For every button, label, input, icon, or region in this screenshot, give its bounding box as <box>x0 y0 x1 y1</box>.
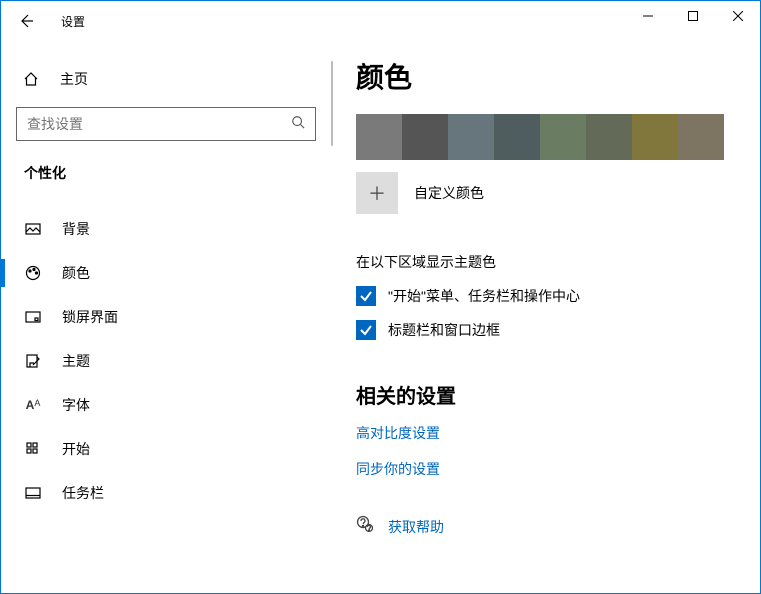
color-swatch[interactable] <box>540 114 586 160</box>
custom-color-button[interactable]: ＋ <box>356 172 398 214</box>
search-input[interactable] <box>27 116 291 132</box>
sidebar-home[interactable]: 主页 <box>16 61 316 97</box>
help-icon <box>356 515 374 538</box>
start-icon <box>24 441 42 457</box>
sidebar-item-label: 颜色 <box>62 263 90 283</box>
sidebar-item-background[interactable]: 背景 <box>16 207 316 251</box>
window-controls <box>625 1 760 31</box>
home-icon <box>22 71 40 87</box>
link-get-help[interactable]: 获取帮助 <box>388 517 444 537</box>
color-swatches <box>356 114 735 160</box>
link-high-contrast[interactable]: 高对比度设置 <box>356 423 735 443</box>
lockscreen-icon <box>24 309 42 325</box>
search-input-container[interactable] <box>16 107 316 141</box>
checkbox-label: "开始"菜单、任务栏和操作中心 <box>388 286 580 306</box>
checkbox-icon[interactable] <box>356 286 376 306</box>
back-button[interactable] <box>11 6 41 36</box>
close-button[interactable] <box>715 1 760 31</box>
sidebar-item-label: 开始 <box>62 439 90 459</box>
checkbox-titlebar-border[interactable]: 标题栏和窗口边框 <box>356 320 735 340</box>
sidebar-item-taskbar[interactable]: 任务栏 <box>16 471 316 515</box>
sidebar-item-label: 主题 <box>62 351 90 371</box>
sidebar-category: 个性化 <box>24 163 316 183</box>
color-swatch[interactable] <box>494 114 540 160</box>
font-icon: AA <box>24 398 42 412</box>
color-swatch[interactable] <box>402 114 448 160</box>
related-heading: 相关的设置 <box>356 380 735 409</box>
titlebar: 设置 <box>1 1 760 41</box>
sidebar-item-label: 任务栏 <box>62 483 104 503</box>
window-title: 设置 <box>61 13 85 30</box>
link-sync-settings[interactable]: 同步你的设置 <box>356 459 735 479</box>
picture-icon <box>24 221 42 237</box>
sidebar-home-label: 主页 <box>60 69 88 89</box>
plus-icon: ＋ <box>368 180 386 206</box>
color-swatch[interactable] <box>448 114 494 160</box>
theme-icon <box>24 353 42 369</box>
arrow-left-icon <box>18 13 34 29</box>
palette-icon <box>24 265 42 281</box>
sidebar-item-themes[interactable]: 主题 <box>16 339 316 383</box>
minimize-button[interactable] <box>625 1 670 31</box>
accent-section-label: 在以下区域显示主题色 <box>356 252 735 272</box>
page-heading: 颜色 <box>356 56 735 96</box>
custom-color-label: 自定义颜色 <box>414 183 484 203</box>
sidebar-item-lockscreen[interactable]: 锁屏界面 <box>16 295 316 339</box>
sidebar-item-fonts[interactable]: AA 字体 <box>16 383 316 427</box>
sidebar-item-colors[interactable]: 颜色 <box>16 251 316 295</box>
checkbox-start-taskbar[interactable]: "开始"菜单、任务栏和操作中心 <box>356 286 735 306</box>
main-content: 颜色 ＋ 自定义颜色 在以下区域显示主题色 "开始"菜单、任务栏和操作中心 标题… <box>331 41 760 593</box>
search-icon <box>291 115 305 134</box>
sidebar-item-start[interactable]: 开始 <box>16 427 316 471</box>
help-row: 获取帮助 <box>356 515 735 538</box>
sidebar-item-label: 背景 <box>62 219 90 239</box>
maximize-button[interactable] <box>670 1 715 31</box>
color-swatch[interactable] <box>586 114 632 160</box>
color-swatch[interactable] <box>356 114 402 160</box>
scrollbar[interactable] <box>744 43 758 591</box>
sidebar-item-label: 锁屏界面 <box>62 307 118 327</box>
taskbar-icon <box>24 485 42 501</box>
sidebar-item-label: 字体 <box>62 395 90 415</box>
color-swatch[interactable] <box>632 114 678 160</box>
custom-color-row: ＋ 自定义颜色 <box>356 172 735 214</box>
checkbox-icon[interactable] <box>356 320 376 340</box>
color-swatch[interactable] <box>678 114 724 160</box>
sidebar: 主页 个性化 背景 颜色 锁 <box>1 41 331 593</box>
checkbox-label: 标题栏和窗口边框 <box>388 320 500 340</box>
